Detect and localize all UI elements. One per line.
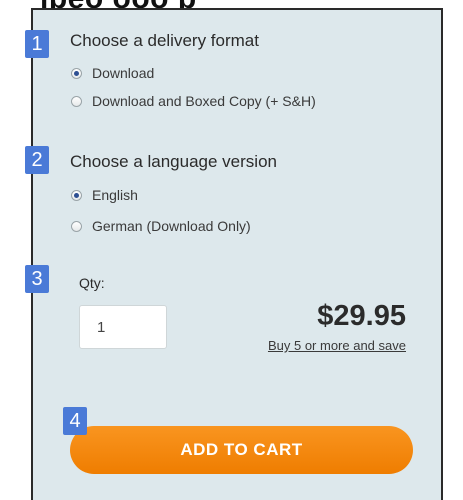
delivery-option-label: Download and Boxed Copy (+ S&H) [92, 93, 316, 109]
language-option-label: German (Download Only) [92, 218, 251, 234]
radio-unchecked-icon[interactable] [71, 95, 82, 107]
price: $29.95 [317, 300, 406, 332]
step-3-badge: 3 [25, 265, 49, 293]
quantity-label: Qty: [79, 275, 105, 291]
radio-unchecked-icon[interactable] [71, 220, 82, 232]
add-to-cart-button[interactable]: ADD TO CART [70, 426, 413, 474]
radio-checked-icon[interactable] [71, 189, 82, 201]
language-option-label: English [92, 187, 138, 203]
language-version-title: Choose a language version [70, 152, 277, 171]
step-4-badge: 4 [63, 407, 87, 435]
quantity-input[interactable] [79, 305, 167, 349]
delivery-option-label: Download [92, 65, 155, 81]
delivery-option-boxed[interactable]: Download and Boxed Copy (+ S&H) [71, 93, 316, 109]
step-2-badge: 2 [25, 146, 49, 174]
step-1-badge: 1 [25, 30, 49, 58]
radio-checked-icon[interactable] [71, 67, 82, 79]
delivery-format-title: Choose a delivery format [70, 31, 259, 50]
delivery-option-download[interactable]: Download [71, 65, 154, 81]
language-option-english[interactable]: English [71, 187, 138, 203]
language-option-german[interactable]: German (Download Only) [71, 218, 251, 234]
bulk-discount-link[interactable]: Buy 5 or more and save [268, 338, 406, 353]
